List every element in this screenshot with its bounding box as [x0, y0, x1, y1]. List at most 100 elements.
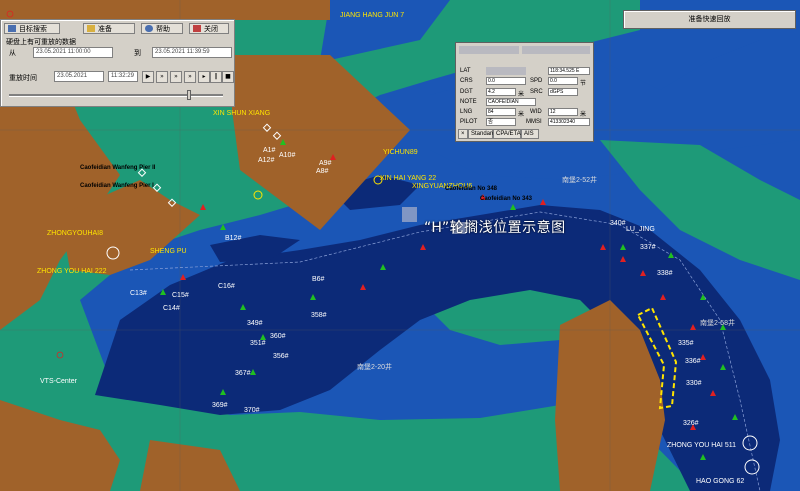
- anchor-label: 351#: [250, 340, 266, 347]
- anchor-label: 367#: [235, 370, 251, 377]
- play-button[interactable]: ▶: [142, 71, 154, 83]
- fastest-button[interactable]: »: [184, 71, 196, 83]
- anchor-label: B12#: [225, 235, 242, 242]
- map-label-south-2-58: 南堡2-58井: [700, 320, 736, 327]
- tab-standard[interactable]: Standard: [468, 129, 495, 139]
- lng-unit: 米: [518, 112, 525, 118]
- tab-label: 帮助: [156, 24, 170, 33]
- tab-help[interactable]: 帮助: [141, 23, 183, 34]
- wid-unit: 米: [580, 112, 587, 118]
- map-label-zhong-you-hai-222: ZHONG YOU HAI 222: [37, 268, 107, 275]
- help-icon: [145, 25, 153, 32]
- mmsi-label: MMSI: [526, 119, 542, 125]
- search-icon: [8, 25, 16, 32]
- pilot-label: PILOT: [460, 119, 478, 125]
- map-label-south-2-52: 南堡2-52井: [562, 177, 598, 184]
- map-label-south-2-20: 南堡2-20井: [357, 364, 393, 371]
- replay-data-label: 硬盘上有可重放的数据: [6, 38, 76, 46]
- tab-ais[interactable]: AIS: [521, 129, 539, 139]
- anchor-label: 358#: [311, 312, 327, 319]
- tab-prepare[interactable]: 准备: [83, 23, 135, 34]
- map-label-xin-hai-yang: XIN HAI YANG 22: [380, 175, 437, 182]
- anchor-label: 326#: [683, 420, 699, 427]
- anchor-label: B6#: [312, 276, 325, 283]
- anchor-label: C16#: [218, 283, 235, 290]
- close-x-icon[interactable]: ×: [458, 129, 468, 139]
- map-label-jiang-hang: JIANG HANG JUN 7: [340, 12, 405, 19]
- grounded-vessel-marker[interactable]: [402, 207, 417, 222]
- map-label-sheng-pu: SHENG PU: [150, 248, 187, 255]
- anchor-label: 337#: [640, 244, 656, 251]
- anchor-label: 349#: [247, 320, 263, 327]
- wid-label: WID: [530, 109, 542, 115]
- anchor-label: 369#: [212, 402, 228, 409]
- anchor-label: 370#: [244, 407, 260, 414]
- folder-icon: [87, 25, 95, 32]
- land-northwest: [0, 0, 330, 20]
- fast-forward-button[interactable]: »: [156, 71, 168, 83]
- note-value: CAOFEIDIAN: [486, 98, 536, 106]
- src-label: SRC: [530, 89, 543, 95]
- pilot-value: 否: [486, 118, 516, 126]
- from-datetime-field[interactable]: 23.05.2021 11:00:00: [33, 47, 113, 58]
- step-button[interactable]: ▸: [198, 71, 210, 83]
- lng-label: LNG: [460, 109, 473, 115]
- dgt-label: DGT: [460, 89, 473, 95]
- anchor-label: A10#: [279, 152, 296, 159]
- blurred-field: [486, 67, 526, 75]
- wid-value: 12: [548, 108, 578, 116]
- to-datetime-field[interactable]: 23.05.2021 11:39:59: [152, 47, 232, 58]
- crs-label: CRS: [460, 78, 473, 84]
- anchor-label: C13#: [130, 290, 147, 297]
- replay-time-label: 重放时间: [9, 74, 37, 82]
- playback-panel: 目标搜索 准备 帮助 关闭 硬盘上有可重放的数据 从 23.05.2021 11…: [0, 19, 235, 107]
- dgt-unit: 米: [518, 92, 525, 98]
- tab-target-search[interactable]: 目标搜索: [4, 23, 60, 34]
- anchor-label: 360#: [270, 333, 286, 340]
- spd-unit: 节: [580, 81, 587, 87]
- map-label-caofeidian-348: Caofeidian No 348: [445, 186, 498, 192]
- tab-label: 准备: [98, 24, 112, 33]
- crs-value: 0.0: [486, 77, 526, 85]
- replay-slider-track[interactable]: [9, 94, 223, 97]
- map-label-yichun: YICHUN89: [383, 149, 418, 156]
- faster-button[interactable]: »: [170, 71, 182, 83]
- map-label-zhong-you-hai-511: ZHONG YOU HAI 511: [667, 442, 736, 449]
- tab-cpa-eta[interactable]: CPA/ETA: [493, 129, 521, 139]
- anchor-label: 336#: [685, 358, 701, 365]
- note-label: NOTE: [460, 99, 477, 105]
- anchor-label: C14#: [163, 305, 180, 312]
- tab-close[interactable]: 关闭: [189, 23, 229, 34]
- map-label-wanfeng-1: Caofeidian Wanfeng Pier I: [80, 183, 154, 189]
- pause-button[interactable]: ‖: [210, 71, 222, 83]
- anchor-label: A9#: [319, 160, 332, 167]
- src-value: dGPS: [548, 88, 578, 96]
- lng-value: 84: [486, 108, 516, 116]
- tab-label: 关闭: [204, 24, 218, 33]
- spd-label: SPD: [530, 78, 543, 84]
- anchor-label: A12#: [258, 157, 275, 164]
- fast-replay-button[interactable]: 准备快速回放: [623, 10, 796, 29]
- anchor-label: 338#: [657, 270, 673, 277]
- map-label-wanfeng-2: Caofeidian Wanfeng Pier II: [80, 165, 156, 171]
- map-label-vts-center: VTS-Center: [40, 378, 77, 385]
- anchor-label: 356#: [273, 353, 289, 360]
- map-label-caofeidian-343: Caofeidian No 343: [480, 196, 533, 202]
- map-label-hao-gong: HAO GONG 62: [696, 478, 745, 485]
- anchor-label: A8#: [316, 168, 329, 175]
- replay-time-field[interactable]: 11:32:29: [108, 71, 138, 82]
- blurred-field: [459, 46, 519, 54]
- ship-info-panel: LAT 118:34.525 E CRS 0.0 SPD 0.0 节 DGT 4…: [455, 42, 594, 142]
- replay-slider-thumb[interactable]: [186, 90, 191, 100]
- stop-button[interactable]: ■: [222, 71, 234, 83]
- to-label: 到: [134, 49, 141, 57]
- anchor-label: 330#: [686, 380, 702, 387]
- lat-label: LAT: [460, 68, 471, 74]
- lat-value: 118:34.525 E: [548, 67, 590, 75]
- tab-label: 目标搜索: [19, 24, 47, 33]
- spd-value: 0.0: [548, 77, 578, 85]
- anchor-label: C15#: [172, 292, 189, 299]
- map-label-lu-jing: LU_JING: [626, 226, 655, 233]
- from-label: 从: [9, 49, 16, 57]
- replay-date-field[interactable]: 23.05.2021: [54, 71, 104, 82]
